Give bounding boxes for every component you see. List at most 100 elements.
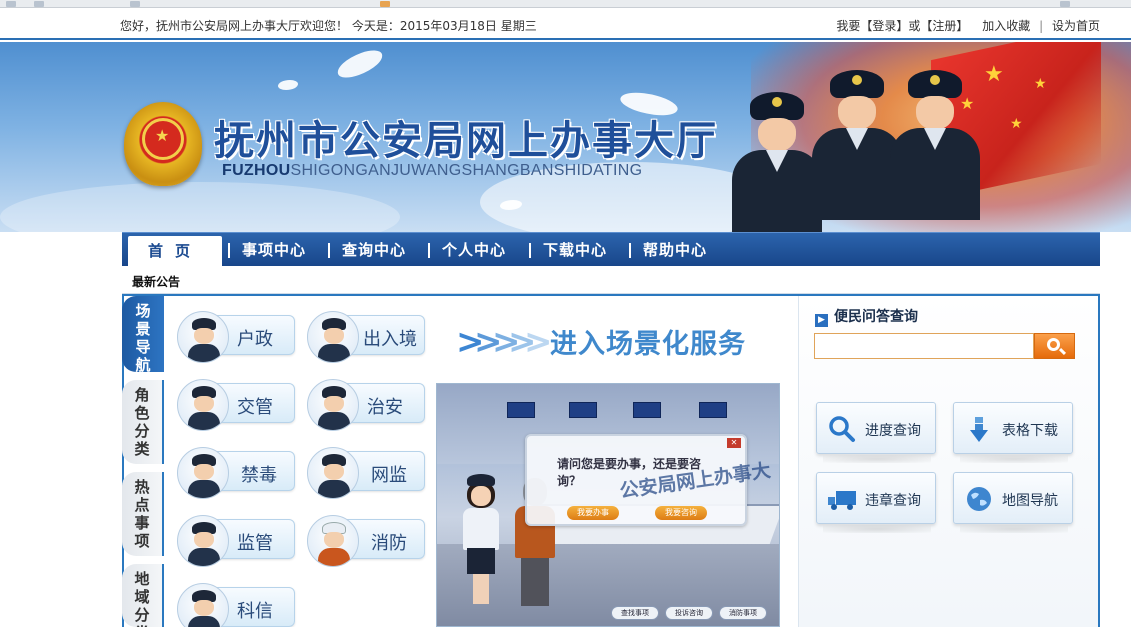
firefighter-avatar-icon (307, 515, 359, 567)
violation-query-button[interactable]: 违章查询 (816, 472, 936, 533)
bookmark-icon[interactable] (6, 1, 16, 7)
service-hall-scene-image[interactable]: ✕ 请问您是要办事，还是要咨询？ 公安局网上办事大 我要办事 我要咨询 查找事项… (436, 383, 780, 627)
truck-icon (828, 491, 856, 510)
display-screen (507, 402, 535, 418)
police-officer-image (812, 70, 902, 232)
nav-query-center[interactable]: 查询中心 (342, 233, 406, 267)
scene-tabs: 查找事项 投诉咨询 消防事项 (607, 606, 777, 622)
service-label: 科信 (237, 601, 273, 622)
nav-download-center[interactable]: 下载中心 (543, 233, 607, 267)
download-arrow-icon (970, 417, 988, 442)
close-icon[interactable]: ✕ (727, 438, 741, 448)
nav-divider (328, 243, 330, 258)
service-traffic[interactable]: 交管 (177, 379, 295, 431)
police-avatar-icon (177, 311, 229, 363)
nav-help-center[interactable]: 帮助中心 (643, 233, 707, 267)
tab-role-category[interactable]: 角色分类 (122, 380, 164, 464)
qa-search-button[interactable] (1034, 333, 1075, 359)
subtitle-bold: FUZHOU (222, 162, 291, 179)
question-dialog: ✕ 请问您是要办事，还是要咨询？ 公安局网上办事大 我要办事 我要咨询 (525, 434, 772, 526)
display-screen (569, 402, 597, 418)
service-label: 禁毒 (241, 465, 277, 486)
enter-scene-service-banner[interactable]: > > > > > 进入场景化服务 (456, 318, 756, 362)
service-label: 监管 (237, 533, 273, 554)
enter-scene-label: 进入场景化服务 (550, 329, 746, 360)
login-link[interactable]: 登录 (872, 19, 896, 33)
tab-hot-matters[interactable]: 热点事项 (122, 472, 164, 556)
consult-button[interactable]: 我要咨询 (655, 506, 707, 520)
service-label: 网监 (371, 465, 407, 486)
qa-search-input[interactable] (814, 333, 1034, 359)
chevron-right-icon: > (524, 322, 553, 362)
service-supervision[interactable]: 监管 (177, 515, 295, 567)
tab-region-category[interactable]: 地域分类 (122, 564, 164, 627)
form-download-button[interactable]: 表格下载 (953, 402, 1073, 463)
service-exit-entry[interactable]: 出入境 (307, 311, 425, 363)
nav-divider (529, 243, 531, 258)
nav-divider (428, 243, 430, 258)
qa-title-text: 便民问答查询 (834, 309, 918, 325)
service-label: 交管 (237, 397, 273, 418)
header-banner: ★ ★ ★ ★ ★ 抚州市公安局网上办事大厅 FUZHOUSHIGONGANJU… (0, 42, 1131, 232)
right-panel: ▶ 便民问答查询 进度查询 表格下载 违章查询 地图导航 (798, 296, 1098, 627)
quick-label: 表格下载 (1002, 423, 1058, 439)
login-suffix: 】 (956, 19, 969, 33)
service-household[interactable]: 户政 (177, 311, 295, 363)
quick-label: 地图导航 (1002, 493, 1058, 509)
register-link[interactable]: 注册 (932, 19, 956, 33)
site-title: 抚州市公安局网上办事大厅 (214, 117, 718, 164)
service-fire[interactable]: 消防 (307, 515, 425, 567)
separator (972, 19, 982, 33)
service-tech[interactable]: 科信 (177, 583, 295, 627)
service-public-security[interactable]: 治安 (307, 379, 425, 431)
tab-scene-navigation[interactable]: 场景导航 (122, 296, 164, 374)
tab-label: 场景导航 (135, 302, 151, 374)
scene-tab[interactable]: 投诉咨询 (665, 606, 713, 620)
quick-label: 进度查询 (865, 423, 921, 439)
scene-tab[interactable]: 消防事项 (719, 606, 767, 620)
notice-label[interactable]: 最新公告 (132, 273, 180, 290)
user-links: 我要【登录】或【注册】 加入收藏 | 设为首页 (836, 17, 1100, 34)
dove-icon (334, 46, 386, 82)
bookmark-icon[interactable] (380, 1, 390, 7)
police-avatar-icon (307, 447, 359, 499)
welcome-text: 您好，抚州市公安局网上办事大厅欢迎您！ 今天是：2015年03月18日 星期三 (120, 19, 537, 33)
bookmark-icon[interactable] (1060, 1, 1070, 7)
browser-tab-strip (0, 0, 1131, 8)
nav-personal-center[interactable]: 个人中心 (442, 233, 506, 267)
notice-bar: 最新公告 (122, 266, 1100, 294)
main-nav: 首页 事项中心 查询中心 个人中心 下载中心 帮助中心 (122, 232, 1100, 267)
flag-star-icon: ★ (984, 62, 1004, 87)
display-screen (699, 402, 727, 418)
add-favorite-link[interactable]: 加入收藏 (982, 19, 1030, 33)
service-label: 消防 (371, 533, 407, 554)
service-cyber[interactable]: 网监 (307, 447, 425, 499)
do-business-button[interactable]: 我要办事 (567, 506, 619, 520)
bookmark-icon[interactable] (34, 1, 44, 7)
qa-title: ▶ 便民问答查询 (815, 306, 918, 327)
police-avatar-icon (307, 379, 359, 431)
progress-query-button[interactable]: 进度查询 (816, 402, 936, 463)
policewoman-figure (459, 474, 503, 606)
service-label: 出入境 (363, 329, 417, 350)
flag-star-icon: ★ (1010, 116, 1023, 132)
service-label: 户政 (237, 329, 273, 350)
login-mid: 】或【 (896, 19, 933, 33)
bookmark-icon[interactable] (130, 1, 140, 7)
login-prefix: 我要【 (836, 19, 873, 33)
nav-matters-center[interactable]: 事项中心 (242, 233, 306, 267)
quick-label: 违章查询 (865, 493, 921, 509)
scene-tab[interactable]: 查找事项 (611, 606, 659, 620)
service-narcotics[interactable]: 禁毒 (177, 447, 295, 499)
tab-label: 热点事项 (134, 478, 150, 550)
map-navigation-button[interactable]: 地图导航 (953, 472, 1073, 533)
dove-icon (278, 80, 298, 90)
police-avatar-icon (307, 311, 359, 363)
nav-home[interactable]: 首页 (128, 236, 222, 267)
set-homepage-link[interactable]: 设为首页 (1052, 19, 1100, 33)
site-subtitle: FUZHOUSHIGONGANJUWANGSHANGBANSHIDATING (222, 162, 642, 180)
cloud-decoration (0, 182, 400, 232)
separator: | (1039, 19, 1044, 33)
police-avatar-icon (177, 515, 229, 567)
nav-divider (629, 243, 631, 258)
